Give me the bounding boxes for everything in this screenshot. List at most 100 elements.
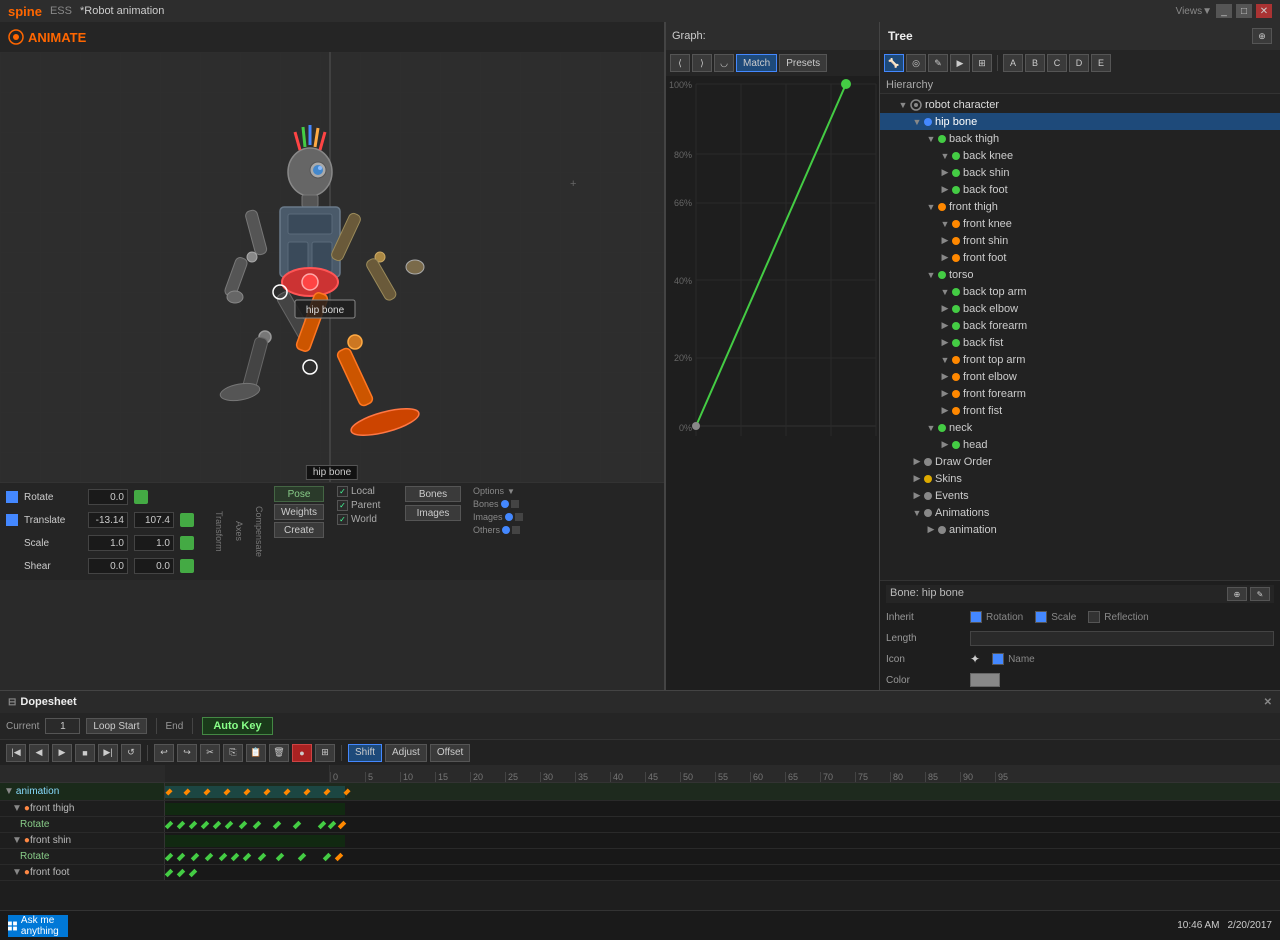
bone-info-btn2[interactable]: ✎: [1250, 587, 1270, 601]
tree-item-back-thigh[interactable]: ▼ back thigh: [880, 130, 1280, 147]
tree-item-hip-bone[interactable]: ▼ hip bone: [880, 113, 1280, 130]
timeline-btn-loop[interactable]: ↺: [121, 744, 141, 762]
tree-tool4[interactable]: ▶: [950, 54, 970, 72]
timeline-btn-redo[interactable]: ↪: [177, 744, 197, 762]
timeline-btn-prev[interactable]: ◀: [29, 744, 49, 762]
tree-item-back-foot[interactable]: ▶ back foot: [880, 181, 1280, 198]
bone-info-btn1[interactable]: ⊕: [1227, 587, 1247, 601]
close-button[interactable]: ✕: [1256, 4, 1272, 18]
tree-tool6[interactable]: A: [1003, 54, 1023, 72]
world-checkbox-label[interactable]: World: [337, 514, 397, 525]
rotate-value-input[interactable]: [88, 489, 128, 505]
tree-item-events[interactable]: ▶ Events: [880, 487, 1280, 504]
tree-item-front-shin[interactable]: ▶ front shin: [880, 232, 1280, 249]
tree-item-front-knee[interactable]: ▼ front knee: [880, 215, 1280, 232]
dopesheet-collapse-icon[interactable]: ⊟: [8, 697, 16, 708]
bones-button[interactable]: Bones: [405, 486, 461, 502]
timeline-btn-stop[interactable]: ■: [75, 744, 95, 762]
local-checkbox[interactable]: [337, 486, 348, 497]
reflection-checkbox[interactable]: [1088, 611, 1100, 623]
rotation-checkbox[interactable]: [970, 611, 982, 623]
tree-item-front-elbow[interactable]: ▶ front elbow: [880, 368, 1280, 385]
tree-tool2[interactable]: ◎: [906, 54, 926, 72]
loop-start-button[interactable]: Loop Start: [86, 718, 146, 734]
adjust-button[interactable]: Adjust: [385, 744, 427, 762]
timeline-btn-cut[interactable]: ✂: [200, 744, 220, 762]
local-checkbox-label[interactable]: Local: [337, 486, 397, 497]
graph-match-btn[interactable]: Match: [736, 54, 777, 72]
tree-item-front-thigh[interactable]: ▼ front thigh: [880, 198, 1280, 215]
shear-x-input[interactable]: [88, 558, 128, 574]
tree-tool5[interactable]: ⊞: [972, 54, 992, 72]
viewport-canvas[interactable]: hip bone + hip bone: [0, 52, 664, 482]
name-checkbox[interactable]: [992, 653, 1004, 665]
tree-item-robot-character[interactable]: ▼ robot character: [880, 96, 1280, 113]
images-button[interactable]: Images: [405, 505, 461, 521]
maximize-button[interactable]: □: [1236, 4, 1252, 18]
scale-y-input[interactable]: [134, 535, 174, 551]
tree-item-front-forearm[interactable]: ▶ front forearm: [880, 385, 1280, 402]
front-thigh-row-expand[interactable]: ▼: [12, 803, 22, 814]
minimize-button[interactable]: _: [1216, 4, 1232, 18]
graph-presets-btn[interactable]: Presets: [779, 54, 827, 72]
shear-y-input[interactable]: [134, 558, 174, 574]
tree-item-front-fist[interactable]: ▶ front fist: [880, 402, 1280, 419]
timeline-btn-paste[interactable]: 📋: [246, 744, 266, 762]
tree-btn1[interactable]: ⊕: [1252, 28, 1272, 44]
tree-content[interactable]: ▼ robot character ▼ hip bone ▼ back thig…: [880, 94, 1280, 580]
tree-item-back-top-arm[interactable]: ▼ back top arm: [880, 283, 1280, 300]
world-checkbox[interactable]: [337, 514, 348, 525]
shift-button[interactable]: Shift: [348, 744, 382, 762]
timeline-btn-play[interactable]: ▶: [52, 744, 72, 762]
weights-button[interactable]: Weights: [274, 504, 324, 520]
dopesheet-close-icon[interactable]: ✕: [1264, 697, 1272, 708]
translate-x-input[interactable]: [88, 512, 128, 528]
tree-item-front-top-arm[interactable]: ▼ front top arm: [880, 351, 1280, 368]
pose-button[interactable]: Pose: [274, 486, 324, 502]
tree-item-torso[interactable]: ▼ torso: [880, 266, 1280, 283]
start-button[interactable]: Ask me anything: [8, 915, 68, 937]
tree-item-skins[interactable]: ▶ Skins: [880, 470, 1280, 487]
length-input[interactable]: [970, 631, 1274, 646]
timeline-btn-copy[interactable]: ⎘: [223, 744, 243, 762]
graph-btn2[interactable]: ⟩: [692, 54, 712, 72]
create-button[interactable]: Create: [274, 522, 324, 538]
animation-expand-icon[interactable]: ▼: [4, 786, 14, 797]
tree-item-back-elbow[interactable]: ▶ back elbow: [880, 300, 1280, 317]
tree-item-draw-order[interactable]: ▶ Draw Order: [880, 453, 1280, 470]
tree-item-back-fist[interactable]: ▶ back fist: [880, 334, 1280, 351]
timeline-btn-del[interactable]: 🗑: [269, 744, 289, 762]
graph-btn1[interactable]: ⟨: [670, 54, 690, 72]
translate-y-input[interactable]: [134, 512, 174, 528]
timeline-btn-extra[interactable]: ⊞: [315, 744, 335, 762]
timeline-btn-next[interactable]: ▶|: [98, 744, 118, 762]
current-frame-input[interactable]: [45, 718, 80, 734]
tree-tool7[interactable]: B: [1025, 54, 1045, 72]
parent-checkbox[interactable]: [337, 500, 348, 511]
timeline-btn-undo[interactable]: ↩: [154, 744, 174, 762]
scale-x-input[interactable]: [88, 535, 128, 551]
tree-item-head[interactable]: ▶ head: [880, 436, 1280, 453]
tree-item-back-knee[interactable]: ▼ back knee: [880, 147, 1280, 164]
timeline-record-btn[interactable]: ●: [292, 744, 312, 762]
tree-tool1[interactable]: 🦴: [884, 54, 904, 72]
scale-checkbox[interactable]: [1035, 611, 1047, 623]
tree-tool10[interactable]: E: [1091, 54, 1111, 72]
tree-item-back-shin[interactable]: ▶ back shin: [880, 164, 1280, 181]
tree-item-animation[interactable]: ▶ animation: [880, 521, 1280, 538]
front-knee-dot: [952, 220, 960, 228]
tree-tool3[interactable]: ✎: [928, 54, 948, 72]
color-swatch[interactable]: [970, 673, 1000, 687]
parent-checkbox-label[interactable]: Parent: [337, 500, 397, 511]
tree-item-back-forearm[interactable]: ▶ back forearm: [880, 317, 1280, 334]
graph-btn3[interactable]: ◡: [714, 54, 734, 72]
tree-tool8[interactable]: C: [1047, 54, 1067, 72]
offset-button[interactable]: Offset: [430, 744, 471, 762]
tree-item-neck[interactable]: ▼ neck: [880, 419, 1280, 436]
tree-item-animations[interactable]: ▼ Animations: [880, 504, 1280, 521]
tree-item-front-foot[interactable]: ▶ front foot: [880, 249, 1280, 266]
front-foot-row-expand[interactable]: ▼: [12, 867, 22, 878]
tree-tool9[interactable]: D: [1069, 54, 1089, 72]
timeline-btn-start[interactable]: |◀: [6, 744, 26, 762]
front-shin-row-expand[interactable]: ▼: [12, 835, 22, 846]
